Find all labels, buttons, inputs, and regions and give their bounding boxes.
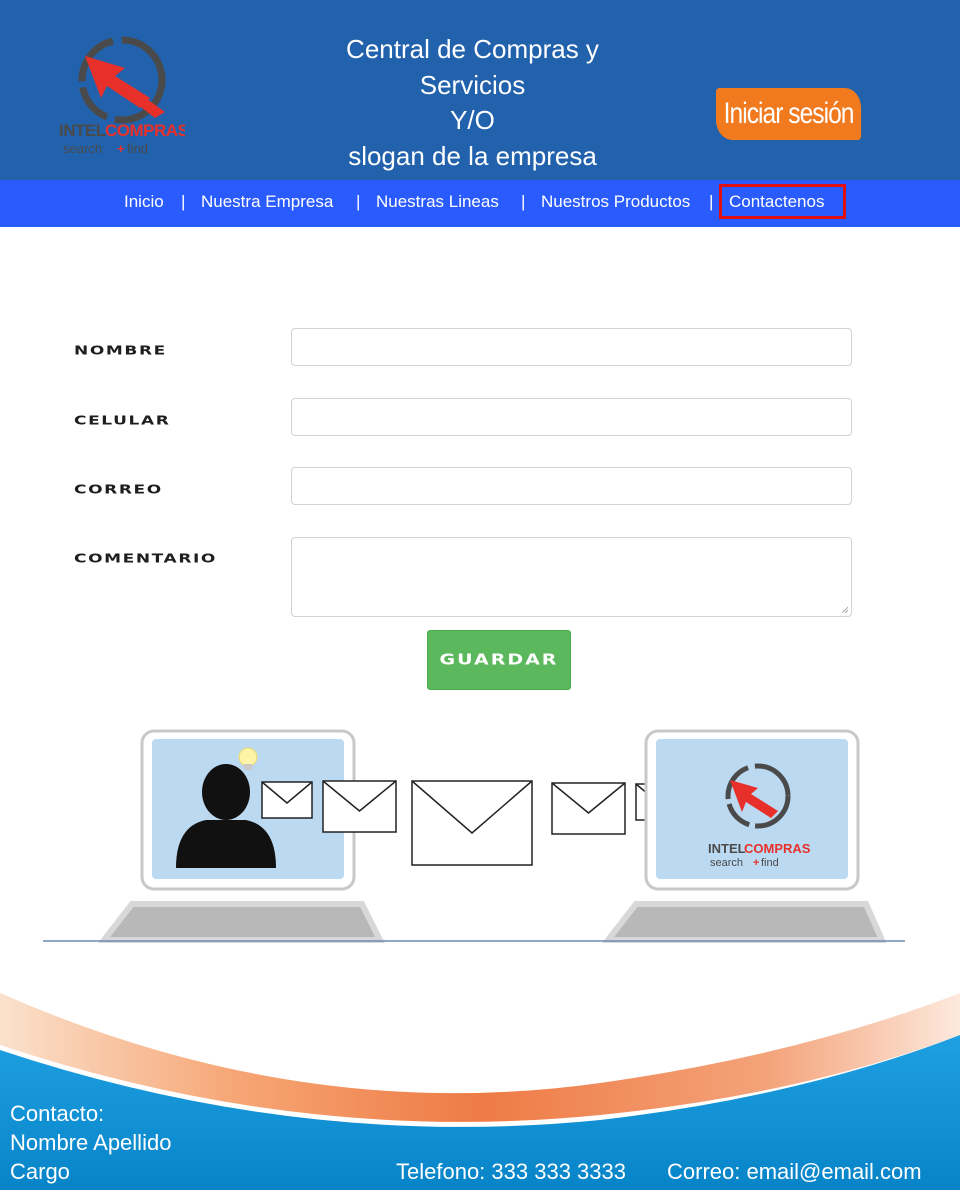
svg-text:INTEL: INTEL — [708, 841, 746, 856]
contact-heading: Contacto: — [10, 1101, 105, 1126]
resize-grip-icon[interactable] — [841, 606, 848, 613]
title-line-2: Servicios — [419, 69, 526, 100]
main-nav: Inicio | Nuestra Empresa | Nuestras Line… — [0, 180, 960, 227]
nav-item-contactenos[interactable]: Contactenos — [729, 192, 824, 212]
email-field[interactable] — [291, 467, 852, 505]
contact-role: Cargo — [10, 1159, 70, 1184]
footer-phone: Telefono: 333 333 3333 — [396, 1159, 626, 1184]
envelope-icon — [551, 782, 626, 835]
nav-item-nuestras-lineas[interactable]: Nuestras Lineas — [376, 192, 499, 212]
nav-separator: | — [521, 192, 526, 211]
envelope-icon — [411, 780, 533, 866]
nav-item-nuestros-productos[interactable]: Nuestros Productos — [541, 192, 690, 212]
comment-textarea[interactable] — [291, 537, 852, 617]
right-laptop-icon — [601, 729, 887, 943]
svg-text:find: find — [127, 141, 148, 156]
envelope-icon — [261, 781, 313, 819]
title-line-3: Y/O — [450, 105, 495, 135]
name-field[interactable] — [291, 328, 852, 366]
envelope-icon — [322, 780, 397, 833]
nav-separator: | — [356, 192, 361, 211]
svg-text:search: search — [710, 857, 743, 869]
intelcompras-logo[interactable]: INTEL COMPRAS search + find — [55, 28, 185, 160]
svg-text:find: find — [761, 857, 779, 869]
svg-text:COMPRAS: COMPRAS — [744, 841, 811, 856]
nav-separator: | — [181, 192, 186, 211]
save-button[interactable]: GUARDAR — [427, 630, 571, 690]
save-button-label: GUARDAR — [439, 651, 559, 669]
phone-label: CELULAR — [74, 413, 171, 429]
name-label: NOMBRE — [74, 343, 167, 359]
footer-email[interactable]: Correo: email@email.com — [667, 1157, 922, 1186]
svg-text:INTEL: INTEL — [59, 121, 106, 140]
svg-text:search: search — [63, 141, 102, 156]
nav-item-inicio[interactable]: Inicio — [124, 192, 164, 212]
slogan: slogan de la empresa — [348, 140, 597, 171]
site-header: INTEL COMPRAS search + find Central de C… — [0, 0, 960, 180]
phone-field[interactable] — [291, 398, 852, 436]
svg-text:COMPRAS: COMPRAS — [105, 121, 185, 140]
contact-illustration: INTEL COMPRAS search + find — [43, 729, 905, 943]
nav-item-nuestra-empresa[interactable]: Nuestra Empresa — [201, 192, 333, 212]
contact-name: Nombre Apellido — [10, 1130, 172, 1155]
site-title: Central de Compras y Servicios Y/O sloga… — [300, 32, 645, 174]
nav-separator: | — [709, 192, 714, 211]
svg-text:+: + — [117, 141, 125, 156]
login-button[interactable]: Iniciar sesión — [716, 88, 862, 140]
comment-label: COMENTARIO — [74, 551, 217, 567]
email-label: CORREO — [74, 482, 163, 498]
title-line-1: Central de Compras y — [346, 34, 599, 64]
svg-text:+: + — [753, 857, 759, 869]
